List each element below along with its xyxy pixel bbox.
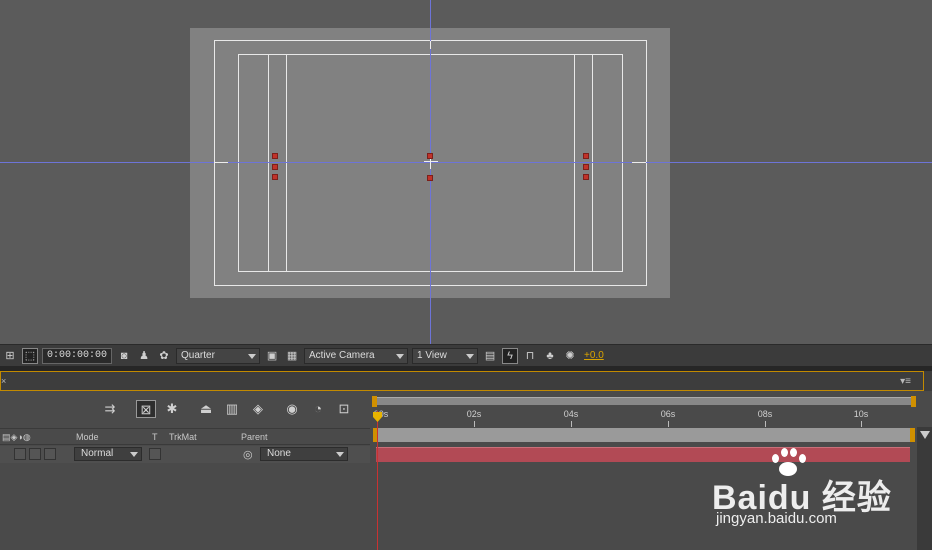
stopwatch-icon[interactable]: ◔ bbox=[308, 400, 328, 418]
hide-shy-layers-icon[interactable]: ✱ bbox=[162, 400, 182, 418]
center-tick bbox=[632, 162, 646, 163]
fast-draft-icon[interactable]: ϟ bbox=[502, 347, 519, 364]
ruler-label: 08s bbox=[757, 409, 773, 419]
solid-edge-line bbox=[286, 54, 287, 272]
ruler-label: 10s bbox=[853, 409, 869, 419]
auto-keyframe-icon[interactable]: ◉ bbox=[282, 400, 302, 418]
horizontal-guide[interactable] bbox=[0, 162, 932, 163]
layer-handle[interactable] bbox=[272, 174, 278, 180]
layer-row[interactable]: Normal ◎ None bbox=[0, 446, 370, 463]
watermark-url: jingyan.baidu.com bbox=[716, 510, 837, 527]
ruler-tick bbox=[765, 421, 766, 427]
region-of-interest-icon[interactable]: ⊞ bbox=[2, 348, 18, 364]
baidu-jingyan-watermark: Baidu 经验 jingyan.baidu.com bbox=[712, 448, 892, 538]
composition-viewer[interactable] bbox=[0, 0, 932, 344]
vertical-guide[interactable] bbox=[430, 0, 431, 344]
timeline-switches: ⇉ ⊠ ✱ ⏏ ▥ ◈ ◉ ◔ ⊡ bbox=[0, 391, 370, 427]
solid-edge-line bbox=[574, 54, 575, 272]
ruler-label: 06s bbox=[660, 409, 676, 419]
panel-menu-icon[interactable]: ▾≡ bbox=[900, 376, 911, 387]
motion-blur-icon[interactable]: ▥ bbox=[222, 400, 242, 418]
video-toggle[interactable] bbox=[14, 448, 26, 460]
column-parent: Parent bbox=[241, 432, 268, 442]
composition-mini-flowchart-icon[interactable]: ⇉ bbox=[100, 400, 120, 418]
flowchart-icon[interactable]: ♣ bbox=[542, 348, 558, 364]
fast-previews-icon[interactable]: ▣ bbox=[264, 348, 280, 364]
layer-handle[interactable] bbox=[583, 153, 589, 159]
solid-edge-line bbox=[268, 54, 269, 272]
center-tick bbox=[214, 162, 228, 163]
timeline-icon[interactable]: ⊓ bbox=[522, 348, 538, 364]
pick-whip-icon[interactable]: ◎ bbox=[243, 448, 253, 461]
ruler-tick bbox=[861, 421, 862, 427]
parent-value: None bbox=[267, 448, 291, 459]
resolution-value: Quarter bbox=[181, 349, 215, 361]
vertical-scrollbar[interactable] bbox=[917, 427, 932, 550]
solo-toggle[interactable] bbox=[44, 448, 56, 460]
close-icon[interactable]: × bbox=[1, 376, 6, 386]
chevron-down-icon bbox=[336, 452, 344, 457]
av-switches-icon: ▤◈◑◍ bbox=[2, 432, 31, 442]
timeline-tab[interactable]: × ▾≡ bbox=[0, 371, 924, 391]
active-camera-dropdown[interactable]: Active Camera bbox=[304, 347, 409, 364]
pixel-aspect-icon[interactable]: ▤ bbox=[482, 348, 498, 364]
blend-mode-value: Normal bbox=[81, 448, 114, 459]
camera-snapshot-icon[interactable]: ◙ bbox=[116, 348, 132, 364]
transparency-grid-icon[interactable]: ⬚ bbox=[22, 347, 38, 364]
chevron-down-icon bbox=[396, 353, 405, 359]
layout-value: 1 View bbox=[417, 349, 447, 361]
current-time-indicator[interactable] bbox=[377, 411, 378, 550]
work-area-bar[interactable] bbox=[373, 428, 915, 442]
current-time-display[interactable]: 0:00:00:00 bbox=[42, 347, 113, 364]
layer-handle[interactable] bbox=[583, 174, 589, 180]
draft-3d-icon[interactable]: ⊠ bbox=[136, 400, 156, 418]
timeline-tab-bar: × ▾≡ bbox=[0, 371, 932, 391]
audio-toggle[interactable] bbox=[29, 448, 41, 460]
brainstorm-icon[interactable]: ◈ bbox=[248, 400, 268, 418]
layer-column-headers: ▤◈◑◍ Mode T TrkMat Parent bbox=[0, 428, 370, 445]
layer-handle[interactable] bbox=[427, 175, 433, 181]
chevron-down-icon bbox=[130, 452, 138, 457]
ruler-label: 02s bbox=[466, 409, 482, 419]
column-trkmat: TrkMat bbox=[169, 432, 197, 442]
layer-handle[interactable] bbox=[272, 153, 278, 159]
view-layout-dropdown[interactable]: 1 View bbox=[412, 347, 479, 364]
ruler-tick bbox=[668, 421, 669, 427]
chevron-down-icon bbox=[466, 353, 475, 359]
column-mode: Mode bbox=[76, 432, 99, 442]
frame-blending-icon[interactable]: ⏏ bbox=[196, 400, 216, 418]
chevron-down-icon bbox=[248, 353, 257, 359]
exposure-value[interactable]: +0.0 bbox=[584, 350, 604, 361]
graph-editor-icon[interactable]: ⊡ bbox=[334, 400, 354, 418]
layer-handle[interactable] bbox=[427, 153, 433, 159]
exposure-icon[interactable]: ✺ bbox=[562, 348, 578, 364]
ruler-tick bbox=[571, 421, 572, 427]
parent-dropdown[interactable]: None bbox=[260, 447, 348, 461]
timeline-layer-panel: ⇉ ⊠ ✱ ⏏ ▥ ◈ ◉ ◔ ⊡ ▤◈◑◍ Mode T TrkMat Par… bbox=[0, 391, 370, 550]
column-t: T bbox=[152, 432, 158, 442]
channel-rgb-icon[interactable]: ✿ bbox=[156, 348, 172, 364]
ruler-tick bbox=[474, 421, 475, 427]
blend-mode-dropdown[interactable]: Normal bbox=[74, 447, 142, 461]
view-value: Active Camera bbox=[309, 349, 375, 361]
track-matte-box[interactable] bbox=[149, 448, 161, 460]
time-ruler[interactable]: 00s 02s 04s 06s 08s 10s bbox=[373, 407, 915, 427]
solid-edge-line bbox=[592, 54, 593, 272]
checkerboard-icon[interactable]: ▦ bbox=[284, 348, 300, 364]
layer-handle[interactable] bbox=[272, 164, 278, 170]
comp-button-icon[interactable] bbox=[920, 431, 930, 439]
resolution-dropdown[interactable]: Quarter bbox=[176, 347, 261, 364]
ruler-label: 04s bbox=[563, 409, 579, 419]
layer-handle[interactable] bbox=[583, 164, 589, 170]
center-tick bbox=[430, 41, 431, 49]
time-navigator[interactable] bbox=[372, 396, 916, 407]
viewer-toolbar: ⊞ ⬚ 0:00:00:00 ◙ ♟ ✿ Quarter ▣ ▦ Active … bbox=[0, 344, 932, 366]
show-snapshot-icon[interactable]: ♟ bbox=[136, 348, 152, 364]
